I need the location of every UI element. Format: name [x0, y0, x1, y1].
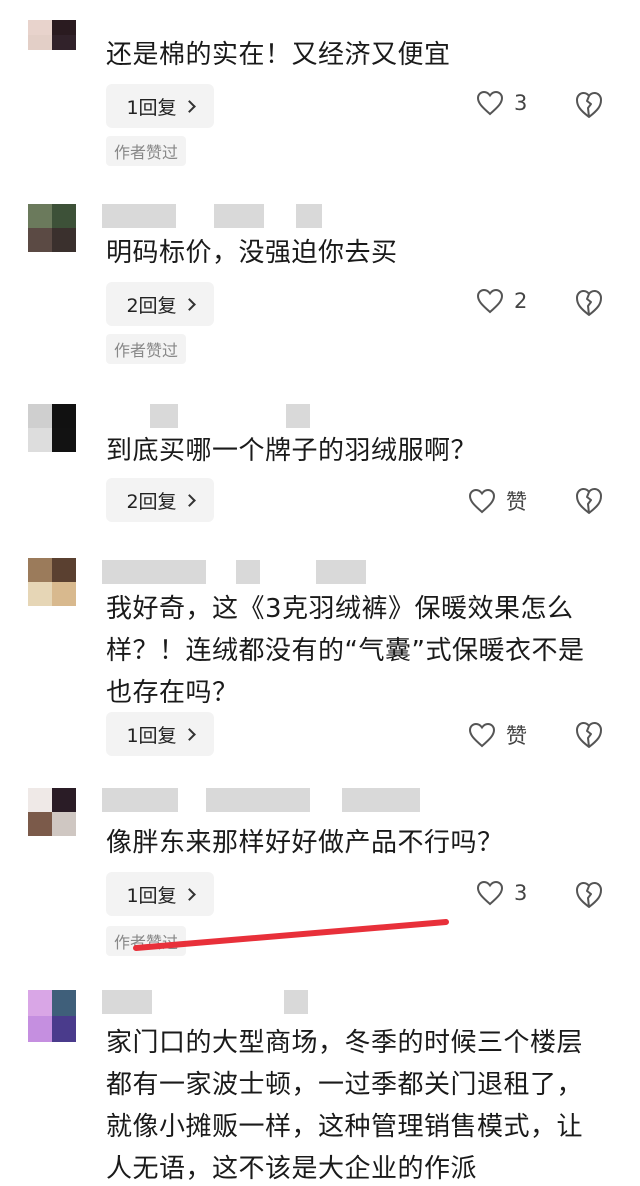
avatar-tile [28, 1016, 52, 1042]
comment-text: 我好奇，这《3克羽绒裤》保暖效果怎么样？！连绒都没有的“气囊”式保暖衣不是也存在… [106, 594, 585, 708]
avatar-tile [28, 428, 52, 452]
like-count: 3 [514, 91, 528, 115]
blurred-username[interactable] [102, 788, 420, 812]
author-liked-tag: 作者赞过 [106, 136, 187, 166]
avatar[interactable] [28, 20, 76, 50]
avatar-tile [52, 1016, 76, 1042]
reply-count-button[interactable]: 1回复 [106, 84, 214, 128]
heart-outline-icon [476, 288, 504, 314]
heart-outline-icon [476, 90, 504, 116]
broken-heart-icon[interactable] [574, 880, 604, 910]
reply-count-label: 1回复 [126, 724, 177, 747]
like-button[interactable]: 3 [476, 880, 527, 906]
broken-heart-icon[interactable] [574, 720, 604, 750]
broken-heart-icon[interactable] [574, 90, 604, 120]
avatar-tile [52, 228, 76, 252]
avatar-tile [28, 788, 52, 812]
chevron-right-icon [182, 99, 196, 113]
comment-text: 还是棉的实在！又经济又便宜 [106, 40, 451, 70]
avatar[interactable] [28, 558, 76, 606]
avatar-tile [28, 558, 52, 582]
comment-text: 家门口的大型商场，冬季的时候三个楼层都有一家波士顿，一过季都关门退租了，就像小摊… [106, 1028, 584, 1184]
avatar-tile [28, 204, 52, 228]
like-count: 3 [514, 881, 528, 905]
comment-text: 像胖东来那样好好做产品不行吗？ [106, 828, 504, 858]
like-button[interactable]: 3 [476, 90, 527, 116]
blurred-username[interactable] [102, 560, 366, 584]
reply-count-button[interactable]: 1回复 [106, 872, 214, 916]
reply-count-button[interactable]: 2回复 [106, 478, 214, 522]
author-liked-tag: 作者赞过 [106, 926, 187, 956]
comment-text: 到底买哪一个牌子的羽绒服啊？ [106, 436, 478, 466]
avatar[interactable] [28, 990, 76, 1042]
avatar-tile [52, 404, 76, 428]
like-count: 赞 [506, 724, 527, 748]
avatar-tile [52, 35, 76, 50]
avatar[interactable] [28, 788, 76, 836]
like-button[interactable]: 赞 [468, 486, 527, 516]
avatar-tile [52, 20, 76, 35]
broken-heart-icon[interactable] [574, 288, 604, 318]
avatar-tile [52, 788, 76, 812]
avatar-tile [28, 35, 52, 50]
reply-count-label: 1回复 [126, 884, 177, 907]
avatar-tile [52, 204, 76, 228]
blurred-username[interactable] [150, 404, 310, 428]
like-count: 赞 [506, 490, 527, 514]
chevron-right-icon [182, 727, 196, 741]
author-liked-tag: 作者赞过 [106, 334, 187, 364]
avatar-tile [28, 228, 52, 252]
chevron-right-icon [182, 297, 196, 311]
like-button[interactable]: 2 [476, 288, 527, 314]
blurred-username[interactable] [102, 990, 308, 1014]
reply-count-label: 2回复 [126, 490, 177, 513]
avatar-tile [52, 990, 76, 1016]
reply-count-label: 1回复 [126, 96, 177, 119]
reply-count-label: 2回复 [126, 294, 177, 317]
avatar-tile [52, 428, 76, 452]
avatar-tile [28, 812, 52, 836]
avatar-tile [52, 558, 76, 582]
blurred-username[interactable] [102, 204, 322, 228]
avatar-tile [52, 812, 76, 836]
avatar-tile [28, 20, 52, 35]
avatar[interactable] [28, 404, 76, 452]
heart-outline-icon [476, 880, 504, 906]
reply-count-button[interactable]: 1回复 [106, 712, 214, 756]
comment-text: 明码标价，没强迫你去买 [106, 238, 398, 268]
avatar-tile [28, 582, 52, 606]
like-count: 2 [514, 289, 528, 313]
reply-count-button[interactable]: 2回复 [106, 282, 214, 326]
chevron-right-icon [182, 887, 196, 901]
chevron-right-icon [182, 493, 196, 507]
broken-heart-icon[interactable] [574, 486, 604, 516]
avatar-tile [52, 582, 76, 606]
avatar[interactable] [28, 204, 76, 252]
heart-outline-icon [468, 488, 496, 514]
heart-outline-icon [468, 722, 496, 748]
avatar-tile [28, 404, 52, 428]
avatar-tile [28, 990, 52, 1016]
like-button[interactable]: 赞 [468, 720, 527, 750]
